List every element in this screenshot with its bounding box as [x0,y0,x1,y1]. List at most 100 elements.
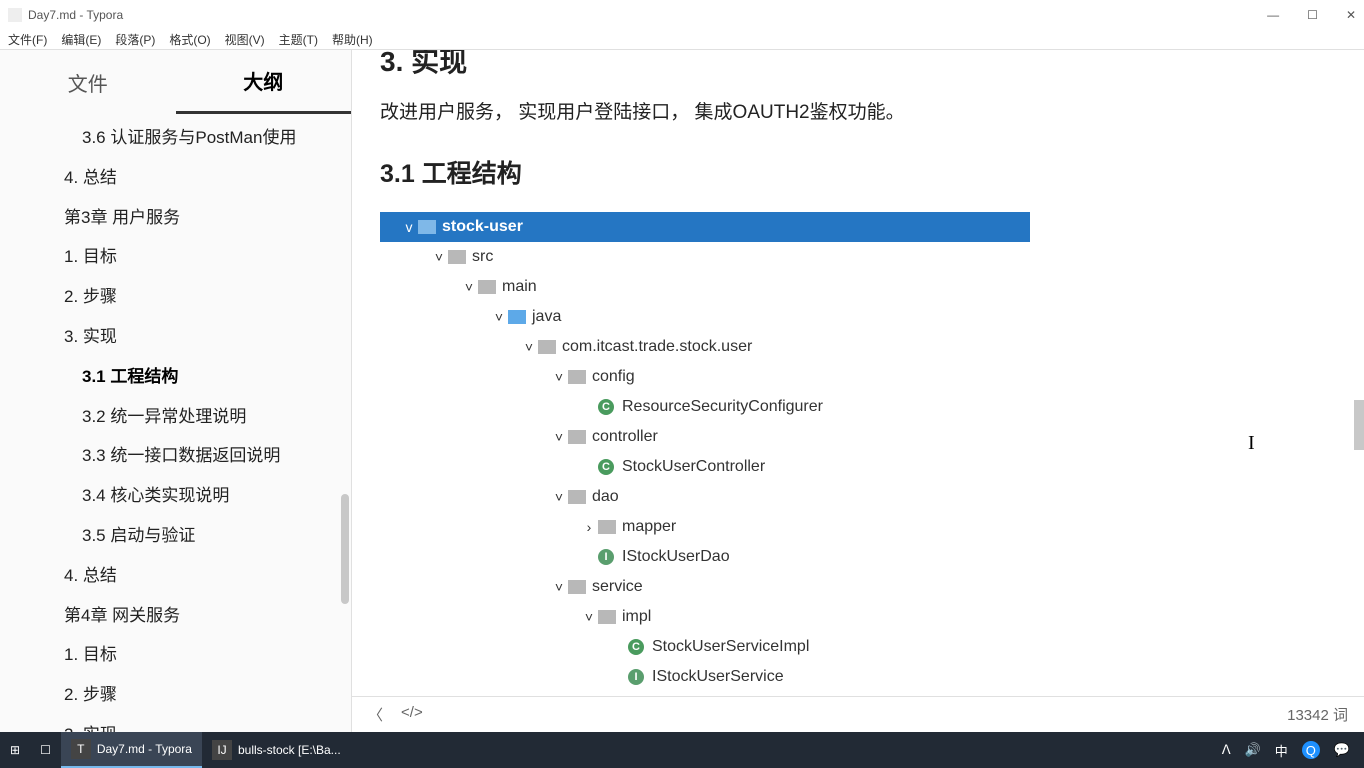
tree-row[interactable]: ˅dao [380,482,1030,512]
outline-item[interactable]: 3.4 核心类实现说明 [0,476,351,516]
tree-label: src [472,248,493,266]
text-cursor-icon: I [1248,432,1255,455]
outline-item[interactable]: 第3章 用户服务 [0,198,351,238]
tree-root[interactable]: v stock-user [380,212,1030,242]
chevron-down-icon[interactable]: ˅ [580,609,598,625]
chevron-down-icon[interactable]: ˅ [550,579,568,595]
tree-row[interactable]: ˅ src [380,242,1030,272]
outline-item[interactable]: 1. 目标 [0,237,351,277]
menu-edit[interactable]: 编辑(E) [61,31,101,48]
outline-item[interactable]: 第4章 网关服务 [0,596,351,636]
tree-row[interactable]: IIStockUserService [380,662,1030,692]
folder-icon [448,250,466,264]
folder-icon [538,340,556,354]
tree-label: stock-user [442,218,523,236]
chevron-down-icon[interactable]: ˅ [520,339,538,355]
outline-panel[interactable]: 3.6 认证服务与PostMan使用4. 总结第3章 用户服务1. 目标2. 步… [0,114,351,732]
tree-row[interactable]: ˅service [380,572,1030,602]
close-button[interactable]: ✕ [1346,8,1356,22]
folder-icon [568,430,586,444]
tree-row[interactable]: C StockUserController [380,452,1030,482]
volume-icon[interactable]: 🔊 [1245,742,1261,758]
notifications-icon[interactable]: 💬 [1334,742,1350,758]
chevron-down-icon[interactable]: v [400,219,418,235]
tree-row[interactable]: ˅ controller [380,422,1030,452]
tree-row[interactable]: ˅ config [380,362,1030,392]
outline-item[interactable]: 2. 步骤 [0,675,351,715]
menubar: 文件(F) 编辑(E) 段落(P) 格式(O) 视图(V) 主题(T) 帮助(H… [0,30,1364,50]
tree-label: StockUserController [622,458,765,476]
tree-label: IStockUserService [652,668,784,686]
chevron-down-icon[interactable]: ˅ [460,279,478,295]
folder-icon [568,580,586,594]
editor-scrollbar[interactable] [1354,400,1364,450]
menu-help[interactable]: 帮助(H) [332,31,373,48]
menu-file[interactable]: 文件(F) [8,31,47,48]
project-tree: v stock-user ˅src˅main˅java˅com.itcast.t… [380,212,1030,692]
tree-row[interactable]: CResourceSecurityConfigurer [380,392,1030,422]
task-view-button[interactable]: ☐ [30,732,61,768]
tree-row[interactable]: CStockUserServiceImpl [380,632,1030,662]
minimize-button[interactable]: — [1267,8,1279,22]
folder-icon [568,490,586,504]
tree-row[interactable]: ˅impl [380,602,1030,632]
taskbar-app-label: bulls-stock [E:\Ba... [238,743,341,757]
outline-item[interactable]: 3. 实现 [0,317,351,357]
chevron-down-icon[interactable]: ˅ [490,309,508,325]
outline-item[interactable]: 3.6 认证服务与PostMan使用 [0,118,351,158]
tab-outline[interactable]: 大纲 [176,50,352,114]
menu-format[interactable]: 格式(O) [169,31,210,48]
menu-view[interactable]: 视图(V) [225,31,265,48]
outline-item[interactable]: 3.5 启动与验证 [0,516,351,556]
content-area[interactable]: 3. 实现 改进用户服务， 实现用户登陆接口， 集成OAUTH2鉴权功能。 3.… [352,50,1364,696]
qq-icon[interactable]: Q [1302,741,1320,759]
app-icon: T [71,739,91,759]
outline-item[interactable]: 3.1 工程结构 [0,357,351,397]
system-tray: ᐱ 🔊 中 Q 💬 [1208,741,1364,760]
class-icon: C [598,459,614,475]
taskbar-app[interactable]: TDay7.md - Typora [61,732,202,768]
word-count: 13342 词 [1287,704,1348,725]
start-button[interactable]: ⊞ [0,732,30,768]
tree-label: ResourceSecurityConfigurer [622,398,823,416]
tree-label: IStockUserDao [622,548,730,566]
tree-row[interactable]: ˅com.itcast.trade.stock.user [380,332,1030,362]
nav-back[interactable]: 〈 [368,704,383,725]
chevron-right-icon[interactable]: › [580,519,598,535]
chevron-down-icon[interactable]: ˅ [550,429,568,445]
tab-files[interactable]: 文件 [0,52,176,113]
outline-item[interactable]: 2. 步骤 [0,277,351,317]
outline-item[interactable]: 4. 总结 [0,556,351,596]
outline-item[interactable]: 3.2 统一异常处理说明 [0,397,351,437]
tree-label: config [592,368,635,386]
tree-label: StockUserServiceImpl [652,638,809,656]
chevron-down-icon[interactable]: ˅ [550,369,568,385]
folder-icon [598,520,616,534]
nav-code-toggle[interactable]: </> [401,704,423,725]
sidebar: 文件 大纲 3.6 认证服务与PostMan使用4. 总结第3章 用户服务1. … [0,50,352,732]
tree-row[interactable]: ˅ java [380,302,1030,332]
outline-item[interactable]: 4. 总结 [0,158,351,198]
tree-row[interactable]: ˅main [380,272,1030,302]
outline-item[interactable]: 3. 实现 [0,715,351,732]
outline-item[interactable]: 1. 目标 [0,635,351,675]
taskbar-app[interactable]: IJbulls-stock [E:\Ba... [202,732,351,768]
tray-expand-icon[interactable]: ᐱ [1222,742,1231,758]
menu-para[interactable]: 段落(P) [115,31,155,48]
statusbar: 〈 </> 13342 词 [352,696,1364,732]
chevron-down-icon[interactable]: ˅ [430,249,448,265]
heading-2: 3. 实现 [380,50,1336,80]
ime-icon[interactable]: 中 [1275,741,1288,760]
tree-row[interactable]: IIStockUserDao [380,542,1030,572]
tree-label: controller [592,428,658,446]
tree-label: mapper [622,518,676,536]
chevron-down-icon[interactable]: ˅ [550,489,568,505]
outline-scrollbar[interactable] [341,494,349,604]
sidebar-tabs: 文件 大纲 [0,50,351,114]
maximize-button[interactable]: ☐ [1307,8,1318,22]
outline-item[interactable]: 3.3 统一接口数据返回说明 [0,436,351,476]
menu-theme[interactable]: 主题(T) [279,31,318,48]
taskbar: ⊞ ☐ TDay7.md - TyporaIJbulls-stock [E:\B… [0,732,1364,768]
tree-label: java [532,308,561,326]
tree-row[interactable]: › mapper [380,512,1030,542]
